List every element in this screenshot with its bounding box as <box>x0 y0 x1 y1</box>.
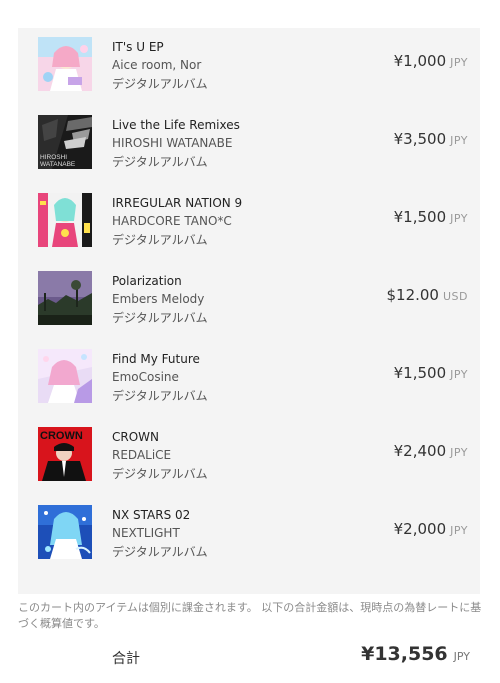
cover-text: HIROSHI <box>40 154 67 161</box>
price-amount: ¥1,500 <box>393 364 447 382</box>
item-type: デジタルアルバム <box>112 311 208 325</box>
item-artist[interactable]: NEXTLIGHT <box>112 524 208 542</box>
total-amount: ¥13,556 <box>361 643 448 665</box>
price-amount: ¥1,000 <box>393 52 447 70</box>
item-price: ¥3,500 JPY <box>394 129 468 148</box>
item-type: デジタルアルバム <box>112 545 208 559</box>
item-artist[interactable]: HARDCORE TANO*C <box>112 212 242 230</box>
item-title[interactable]: Live the Life Remixes <box>112 116 240 134</box>
item-price: ¥1,500 JPY <box>394 363 468 382</box>
item-price: ¥2,400 JPY <box>394 441 468 460</box>
cart-item: IT's U EP Aice room, Nor デジタルアルバム ¥1,000… <box>18 28 480 106</box>
price-amount: ¥2,000 <box>393 520 447 538</box>
item-price: ¥1,000 JPY <box>394 51 468 70</box>
cart-item: CROWN CROWN REDALiCE デジタルアルバム ¥2,400 JPY <box>18 418 480 496</box>
cart-item: NX STARS 02 NEXTLIGHT デジタルアルバム ¥2,000 JPY <box>18 496 480 574</box>
album-cover[interactable]: HIROSHI WATANABE <box>38 115 92 169</box>
item-title[interactable]: Find My Future <box>112 350 208 368</box>
item-type: デジタルアルバム <box>112 77 208 91</box>
price-amount: ¥3,500 <box>393 130 447 148</box>
album-cover[interactable] <box>38 37 92 91</box>
item-artist[interactable]: EmoCosine <box>112 368 208 386</box>
item-price: ¥2,000 JPY <box>394 519 468 538</box>
total-currency: JPY <box>453 650 470 663</box>
item-title[interactable]: NX STARS 02 <box>112 506 208 524</box>
item-title[interactable]: CROWN <box>112 428 208 446</box>
cover-text: WATANABE <box>40 161 76 168</box>
item-type: デジタルアルバム <box>112 467 208 481</box>
item-price: ¥1,500 JPY <box>394 207 468 226</box>
price-currency: JPY <box>450 212 468 225</box>
cover-text: CROWN <box>40 430 83 442</box>
item-artist[interactable]: Embers Melody <box>112 290 208 308</box>
item-type: デジタルアルバム <box>112 155 208 169</box>
price-currency: JPY <box>450 134 468 147</box>
price-amount: ¥1,500 <box>393 208 447 226</box>
price-currency: JPY <box>450 446 468 459</box>
album-cover[interactable] <box>38 349 92 403</box>
price-currency: USD <box>442 290 468 303</box>
cart-item: IRREGULAR NATION 9 HARDCORE TANO*C デジタルア… <box>18 184 480 262</box>
album-cover[interactable] <box>38 505 92 559</box>
cart-panel: IT's U EP Aice room, Nor デジタルアルバム ¥1,000… <box>18 28 480 594</box>
album-cover[interactable] <box>38 271 92 325</box>
item-artist[interactable]: REDALiCE <box>112 446 208 464</box>
item-title[interactable]: Polarization <box>112 272 208 290</box>
total-label: 合計 <box>112 651 140 667</box>
total-price: ¥13,556 JPY <box>361 643 470 665</box>
price-amount: ¥2,400 <box>393 442 447 460</box>
exchange-rate-note: このカート内のアイテムは個別に課金されます。 以下の合計金額は、現時点の為替レー… <box>18 601 482 630</box>
item-type: デジタルアルバム <box>112 389 208 403</box>
item-title[interactable]: IT's U EP <box>112 38 208 56</box>
price-currency: JPY <box>450 56 468 69</box>
price-amount: $12.00 <box>386 286 439 304</box>
album-cover[interactable] <box>38 193 92 247</box>
cart-item: Polarization Embers Melody デジタルアルバム $12.… <box>18 262 480 340</box>
price-currency: JPY <box>450 368 468 381</box>
cart-item: Find My Future EmoCosine デジタルアルバム ¥1,500… <box>18 340 480 418</box>
price-currency: JPY <box>450 524 468 537</box>
cart-item: HIROSHI WATANABE Live the Life Remixes H… <box>18 106 480 184</box>
item-artist[interactable]: Aice room, Nor <box>112 56 208 74</box>
item-price: $12.00 USD <box>386 285 468 304</box>
album-cover[interactable]: CROWN <box>38 427 92 481</box>
item-type: デジタルアルバム <box>112 233 208 247</box>
item-artist[interactable]: HIROSHI WATANABE <box>112 134 240 152</box>
item-title[interactable]: IRREGULAR NATION 9 <box>112 194 242 212</box>
